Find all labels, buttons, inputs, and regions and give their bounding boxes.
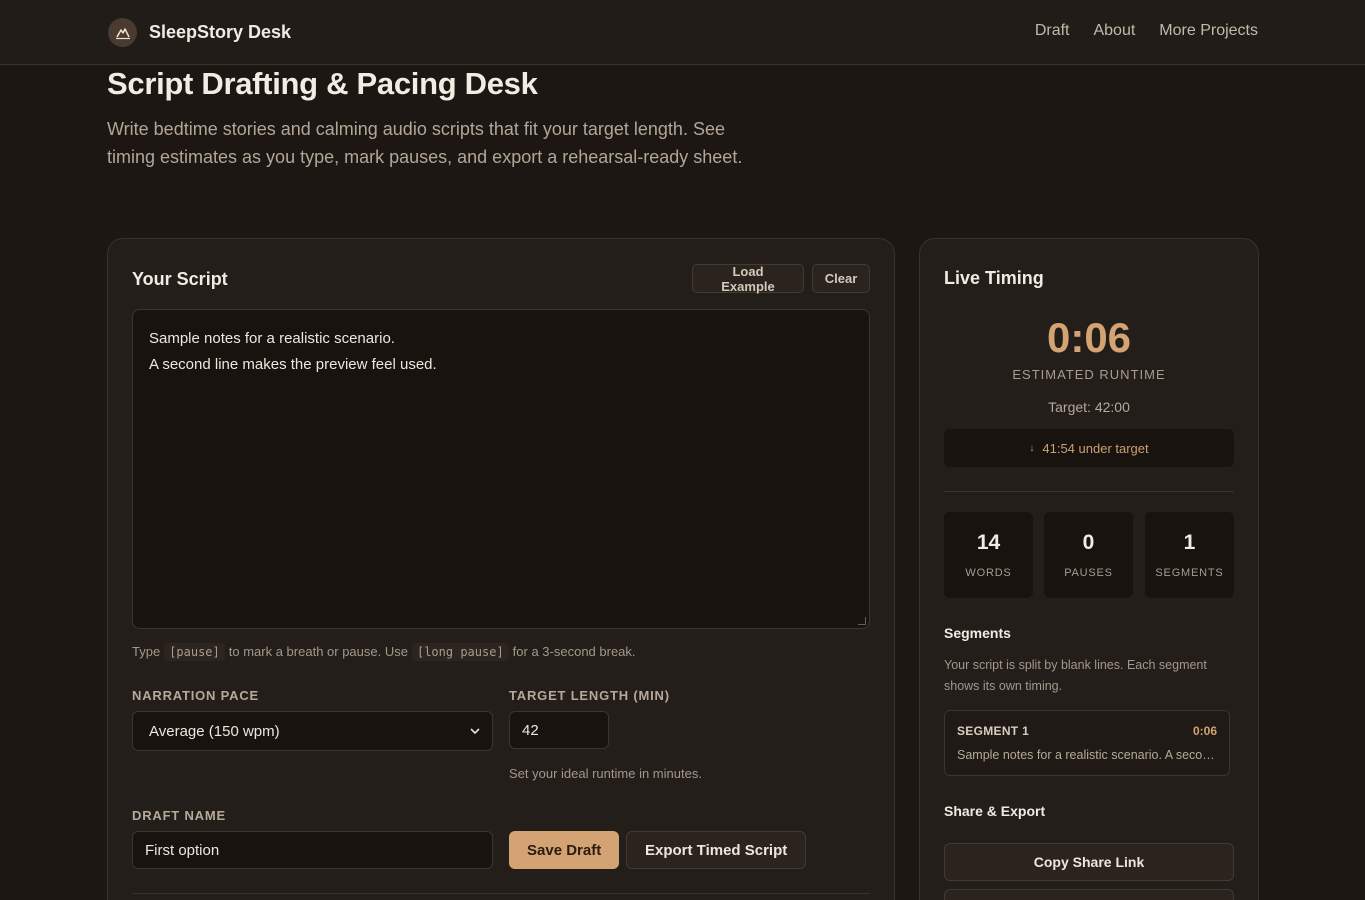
pace-label: NARRATION PACE bbox=[132, 688, 259, 703]
pace-value: Average (150 wpm) bbox=[149, 722, 280, 740]
hint-text: to mark a breath or pause. Use bbox=[228, 644, 408, 659]
stat-segments: 1 SEGMENTS bbox=[1145, 512, 1234, 598]
export-timed-script-button[interactable]: Export Timed Script bbox=[626, 831, 807, 869]
status-text: 41:54 under target bbox=[1042, 440, 1149, 456]
save-draft-button[interactable]: Save Draft bbox=[509, 831, 620, 869]
live-timing-panel: Live Timing 0:06 ESTIMATED RUNTIME Targe… bbox=[919, 238, 1259, 900]
target-length-input[interactable]: 42 bbox=[509, 711, 609, 749]
draft-name-value: First option bbox=[145, 841, 220, 859]
page-title: Script Drafting & Pacing Desk bbox=[107, 66, 538, 101]
timing-divider bbox=[944, 491, 1234, 492]
nav-about[interactable]: About bbox=[1093, 22, 1135, 40]
export-option-button[interactable] bbox=[944, 889, 1234, 900]
segment-card[interactable]: SEGMENT 1 0:06 Sample notes for a realis… bbox=[944, 710, 1230, 776]
moon-mountain-icon bbox=[108, 18, 137, 47]
editor-title: Your Script bbox=[132, 269, 228, 289]
hint-text: Type bbox=[132, 644, 161, 659]
page-subtitle: Write bedtime stories and calming audio … bbox=[107, 119, 743, 167]
hint-text: for a 3-second break. bbox=[512, 644, 636, 659]
draft-name-input[interactable]: First option bbox=[132, 831, 493, 869]
stat-label: SEGMENTS bbox=[1155, 567, 1224, 579]
stat-value: 14 bbox=[976, 531, 1001, 554]
resize-handle[interactable] bbox=[858, 617, 866, 625]
stat-words: 14 WORDS bbox=[944, 512, 1033, 598]
segment-preview: Sample notes for a realistic scenario. A… bbox=[957, 748, 1217, 762]
brand[interactable]: SleepStory Desk bbox=[108, 18, 291, 47]
pause-code: [pause] bbox=[164, 643, 225, 661]
arrow-down-icon: ↓ bbox=[1029, 442, 1035, 454]
segments-help: Your script is split by blank lines. Eac… bbox=[944, 658, 1207, 693]
script-line: A second line makes the preview feel use… bbox=[149, 356, 437, 373]
long-pause-code: [long pause] bbox=[411, 643, 509, 661]
pause-hint: Type [pause] to mark a breath or pause. Us… bbox=[132, 643, 636, 661]
stat-value: 0 bbox=[1082, 531, 1095, 554]
draft-name-label: DRAFT NAME bbox=[132, 808, 226, 823]
nav-draft[interactable]: Draft bbox=[1035, 22, 1070, 40]
segments-title: Segments bbox=[944, 625, 1011, 641]
top-navbar: SleepStory Desk Draft About More Project… bbox=[0, 0, 1365, 65]
stat-label: WORDS bbox=[965, 567, 1012, 579]
editor-divider bbox=[132, 893, 870, 894]
target-helper: Set your ideal runtime in minutes. bbox=[509, 766, 702, 781]
stat-value: 1 bbox=[1183, 531, 1196, 554]
clear-button[interactable]: Clear bbox=[812, 264, 870, 293]
stat-pauses: 0 PAUSES bbox=[1044, 512, 1133, 598]
estimated-runtime: 0:06 bbox=[1046, 314, 1132, 361]
share-export-title: Share & Export bbox=[944, 803, 1046, 819]
pace-select[interactable]: Average (150 wpm) bbox=[132, 711, 493, 751]
nav-more-projects[interactable]: More Projects bbox=[1159, 22, 1258, 40]
script-line: Sample notes for a realistic scenario. bbox=[149, 330, 395, 347]
timing-title: Live Timing bbox=[944, 268, 1044, 288]
status-badge: ↓ 41:54 under target bbox=[944, 429, 1234, 467]
load-example-button[interactable]: Load Example bbox=[692, 264, 804, 294]
target-runtime: Target: 42:00 bbox=[1048, 399, 1130, 415]
script-textarea[interactable]: Sample notes for a realistic scenario. A… bbox=[132, 309, 870, 629]
estimated-runtime-label: ESTIMATED RUNTIME bbox=[1012, 367, 1166, 382]
target-label: TARGET LENGTH (MIN) bbox=[509, 688, 670, 703]
main-nav: Draft About More Projects bbox=[1011, 22, 1258, 40]
target-value: 42 bbox=[522, 721, 539, 739]
copy-share-link-button[interactable]: Copy Share Link bbox=[944, 843, 1234, 881]
stat-label: PAUSES bbox=[1064, 567, 1113, 579]
segment-time: 0:06 bbox=[1192, 724, 1217, 738]
brand-name: SleepStory Desk bbox=[149, 22, 292, 42]
script-editor-panel: Your Script Load Example Clear Sample no… bbox=[107, 238, 895, 900]
segment-name: SEGMENT 1 bbox=[957, 724, 1030, 738]
chevron-down-icon bbox=[470, 728, 480, 735]
